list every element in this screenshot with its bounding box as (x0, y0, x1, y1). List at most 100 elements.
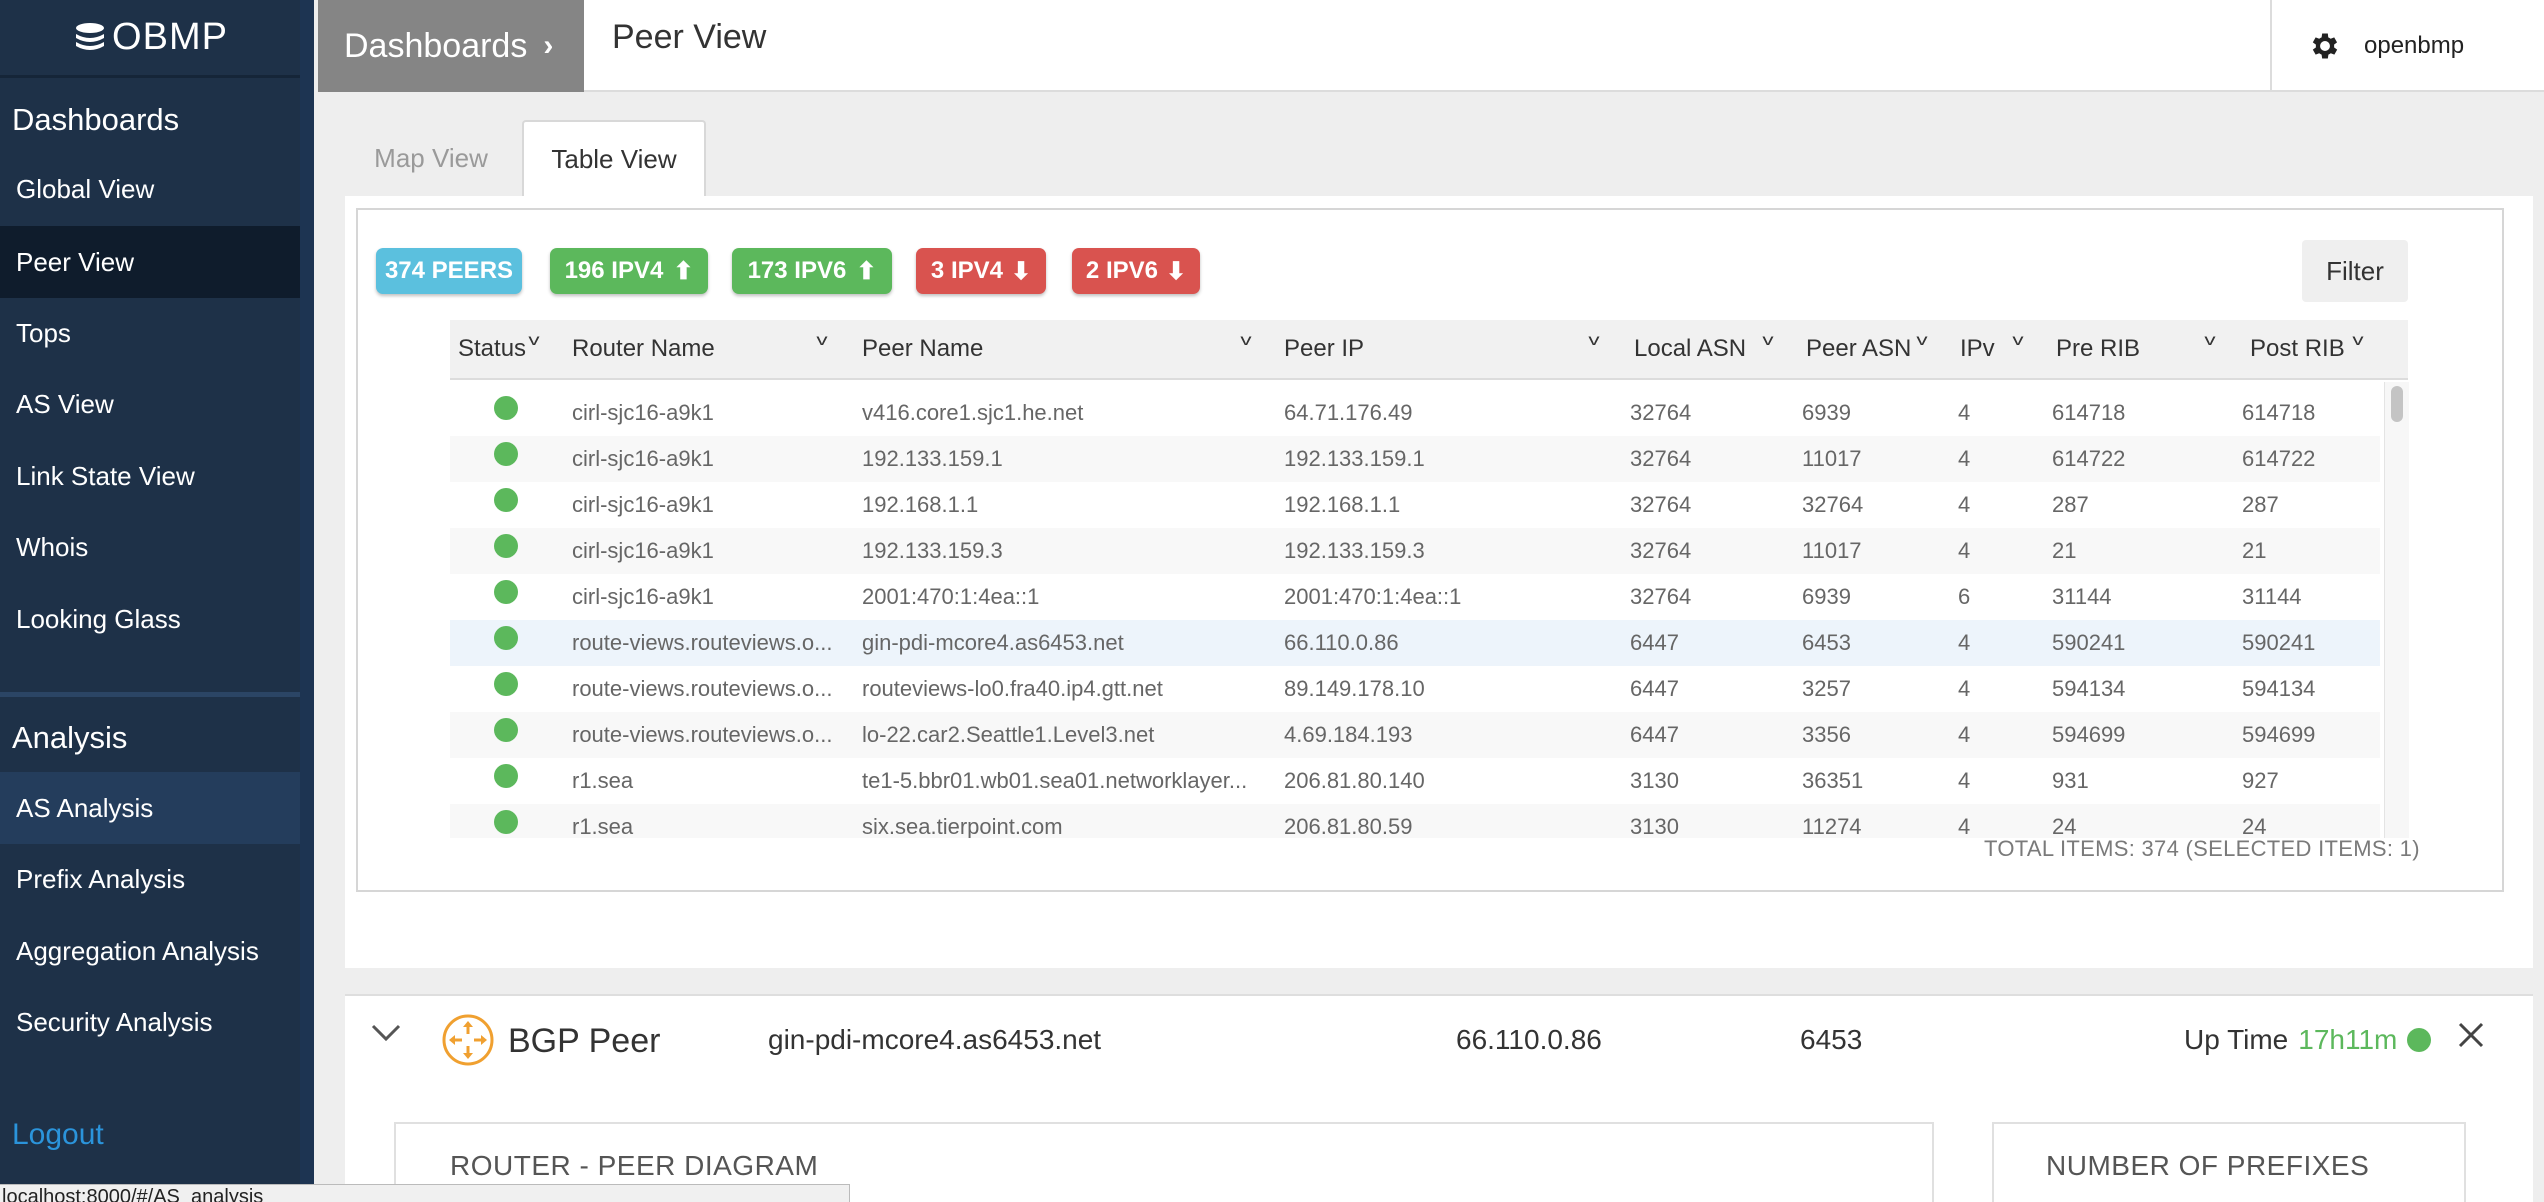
chevron-down-icon[interactable]: v (2012, 332, 2023, 350)
cell-pre-rib: 614718 (2052, 400, 2126, 425)
breadcrumb-label: Dashboards (344, 26, 528, 65)
table-scrollbar[interactable] (2384, 382, 2409, 838)
cell-peer-name: 192.133.159.1 (862, 446, 1003, 471)
cell-router-name: cirl-sjc16-a9k1 (572, 538, 714, 563)
user-menu[interactable]: openbmp (2270, 0, 2544, 92)
cell-peer-ip: 206.81.80.59 (1284, 814, 1413, 838)
scrollbar-thumb[interactable] (2391, 386, 2403, 422)
column-label: Status (458, 335, 527, 362)
cell-peer-ip: 192.168.1.1 (1284, 492, 1401, 517)
table-row[interactable]: route-views.routeviews.o... lo-22.car2.S… (450, 712, 2380, 758)
badge-ipv4-up[interactable]: 196 IPV4 ⬆ (550, 248, 708, 294)
cell-peer-ip: 206.81.80.140 (1284, 768, 1425, 793)
column-header-router-name[interactable]: Router Name (572, 320, 715, 378)
status-up-icon (494, 488, 518, 512)
table-row[interactable]: cirl-sjc16-a9k1 192.168.1.1 192.168.1.1 … (450, 482, 2380, 528)
cell-post-rib: 614718 (2242, 400, 2316, 425)
sidebar-item-whois[interactable]: Whois (0, 511, 300, 583)
router-icon (442, 1014, 494, 1066)
column-label: IPv (1960, 335, 1995, 362)
sidebar-item-aggregation-analysis[interactable]: Aggregation Analysis (0, 915, 300, 987)
tab-table-view[interactable]: Table View (522, 120, 706, 196)
badge-ipv6-up[interactable]: 173 IPV6 ⬆ (732, 248, 892, 294)
cell-ipv: 4 (1958, 768, 1971, 793)
chevron-down-icon[interactable]: v (1240, 332, 1251, 350)
breadcrumb[interactable]: Dashboards › (318, 0, 584, 92)
cell-pre-rib: 614722 (2052, 446, 2126, 471)
badge-label: 173 IPV6 (747, 257, 847, 284)
sidebar-item-looking-glass[interactable]: Looking Glass (0, 583, 300, 655)
close-icon[interactable] (2456, 1020, 2486, 1050)
chevron-down-icon[interactable] (370, 1022, 402, 1044)
chevron-down-icon[interactable]: v (1588, 332, 1599, 350)
column-header-peer-asn[interactable]: Peer ASN (1806, 320, 1911, 378)
table-row[interactable]: r1.sea te1-5.bbr01.wb01.sea01.networklay… (450, 758, 2380, 804)
table-row[interactable]: r1.sea six.sea.tierpoint.com 206.81.80.5… (450, 804, 2380, 838)
table-row[interactable]: cirl-sjc16-a9k1 v416.core1.sjc1.he.net 6… (450, 390, 2380, 436)
cell-local-asn: 32764 (1630, 538, 1692, 563)
column-header-peer-name[interactable]: Peer Name (862, 320, 983, 378)
sidebar-item-link-state-view[interactable]: Link State View (0, 440, 300, 512)
column-header-pre-rib[interactable]: Pre RIB (2056, 320, 2140, 378)
cell-peer-name: gin-pdi-mcore4.as6453.net (862, 630, 1124, 655)
status-up-icon (494, 672, 518, 696)
table-row[interactable]: cirl-sjc16-a9k1 192.133.159.1 192.133.15… (450, 436, 2380, 482)
cell-peer-asn: 32764 (1802, 492, 1864, 517)
cell-ipv: 4 (1958, 676, 1971, 701)
column-header-post-rib[interactable]: Post RIB (2250, 320, 2345, 378)
cell-peer-ip: 64.71.176.49 (1284, 400, 1413, 425)
cell-pre-rib: 590241 (2052, 630, 2126, 655)
badge-ipv6-down[interactable]: 2 IPV6 ⬇ (1072, 248, 1200, 294)
sidebar-item-tops[interactable]: Tops (0, 297, 300, 369)
column-header-ipv[interactable]: IPv (1960, 320, 1995, 378)
filter-button[interactable]: Filter (2302, 240, 2408, 302)
gear-icon[interactable] (2308, 29, 2342, 63)
chevron-down-icon[interactable]: v (816, 332, 827, 350)
chevron-down-icon[interactable]: v (2352, 332, 2363, 350)
cell-ipv: 4 (1958, 630, 1971, 655)
cell-local-asn: 3130 (1630, 768, 1679, 793)
column-label: Peer IP (1284, 335, 1365, 362)
tab-map-view[interactable]: Map View (356, 120, 506, 196)
cell-peer-name: routeviews-lo0.fra40.ip4.gtt.net (862, 676, 1163, 701)
status-up-icon (494, 442, 518, 466)
sidebar-item-as-analysis[interactable]: AS Analysis (0, 772, 300, 844)
cell-post-rib: 287 (2242, 492, 2279, 517)
sidebar-item-as-view[interactable]: AS View (0, 368, 300, 440)
column-header-local-asn[interactable]: Local ASN (1634, 320, 1746, 378)
cell-post-rib: 590241 (2242, 630, 2316, 655)
table-row[interactable]: route-views.routeviews.o... routeviews-l… (450, 666, 2380, 712)
chevron-down-icon[interactable]: v (1916, 332, 1927, 350)
cell-pre-rib: 31144 (2052, 584, 2112, 609)
number-of-prefixes-title: NUMBER OF PREFIXES (2046, 1150, 2370, 1181)
badge-total-peers[interactable]: 374 PEERS (376, 248, 522, 294)
database-icon (76, 22, 105, 50)
cell-peer-ip: 4.69.184.193 (1284, 722, 1413, 747)
cell-peer-ip: 192.133.159.1 (1284, 446, 1425, 471)
logo-text: OBMP (112, 16, 228, 58)
app-logo[interactable]: OBMP (0, 0, 300, 78)
status-up-icon (494, 810, 518, 834)
table-row[interactable]: cirl-sjc16-a9k1 2001:470:1:4ea::1 2001:4… (450, 574, 2380, 620)
cell-router-name: route-views.routeviews.o... (572, 676, 833, 701)
chevron-down-icon[interactable]: v (528, 332, 539, 350)
sidebar-item-global-view[interactable]: Global View (0, 153, 300, 225)
cell-ipv: 4 (1958, 722, 1971, 747)
badge-label: 2 IPV6 (1085, 257, 1158, 284)
chevron-down-icon[interactable]: v (1762, 332, 1773, 350)
sidebar-item-security-analysis[interactable]: Security Analysis (0, 986, 300, 1058)
column-header-status[interactable]: Status (458, 320, 526, 378)
column-label: Peer Name (862, 335, 984, 362)
logout-link[interactable]: Logout (12, 1118, 104, 1152)
table-row[interactable]: cirl-sjc16-a9k1 192.133.159.3 192.133.15… (450, 528, 2380, 574)
cell-peer-name: 2001:470:1:4ea::1 (862, 584, 1040, 609)
badge-ipv4-down[interactable]: 3 IPV4 ⬇ (916, 248, 1046, 294)
column-header-peer-ip[interactable]: Peer IP (1284, 320, 1364, 378)
sidebar-item-peer-view[interactable]: Peer View (0, 226, 300, 298)
table-row-selected[interactable]: route-views.routeviews.o... gin-pdi-mcor… (450, 620, 2380, 666)
status-bar-url: localhost:8000/#/AS_analysis (0, 1184, 850, 1202)
cell-pre-rib: 594134 (2052, 676, 2126, 701)
cell-pre-rib: 594699 (2052, 722, 2126, 747)
chevron-down-icon[interactable]: v (2204, 332, 2215, 350)
sidebar-item-prefix-analysis[interactable]: Prefix Analysis (0, 843, 300, 915)
